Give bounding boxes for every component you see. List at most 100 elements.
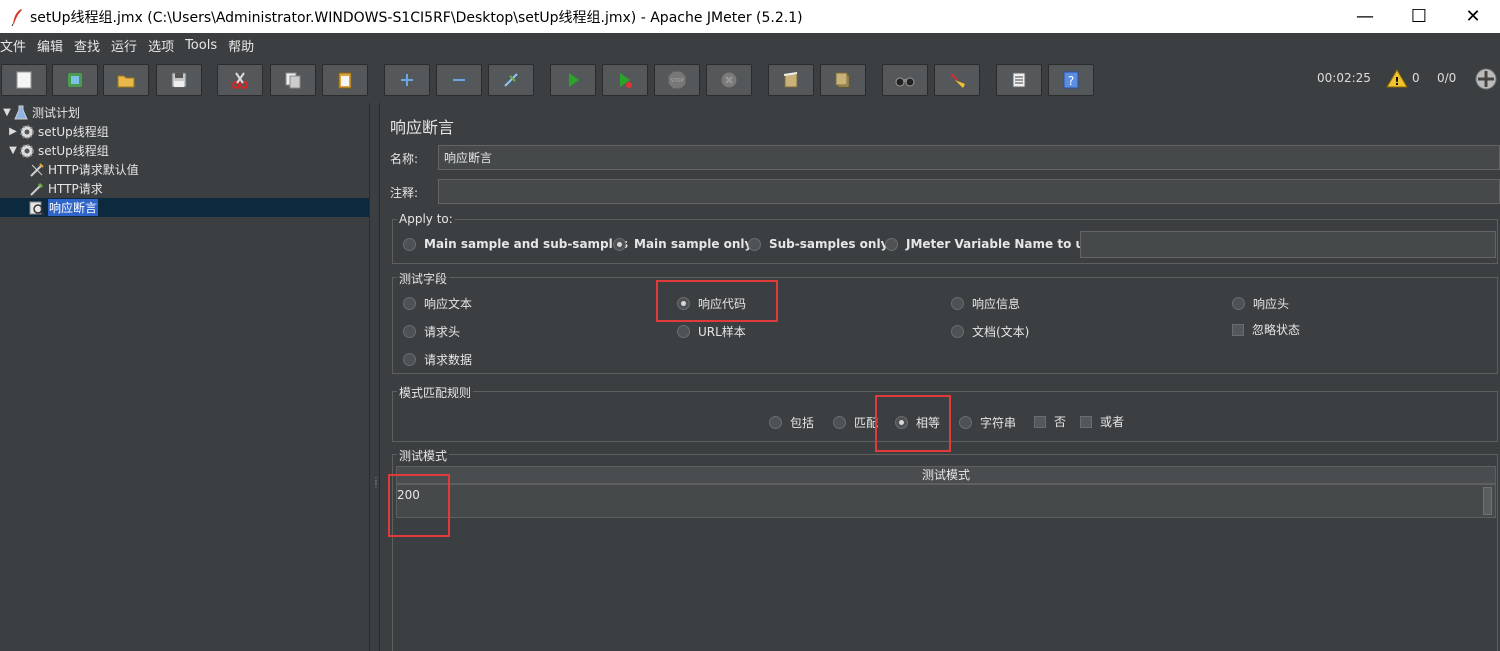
field-request-headers-radio[interactable]: 请求头 [403, 323, 460, 340]
field-response-text-radio[interactable]: 响应文本 [403, 295, 472, 312]
tree-item-label: HTTP请求 [48, 182, 103, 196]
tree-item-label: 响应断言 [48, 199, 99, 216]
checkbox-box[interactable] [1034, 415, 1046, 428]
patterns-title: 测试模式 [397, 447, 450, 464]
collapse-arrow-icon[interactable]: ▼ [8, 145, 18, 156]
paste-icon[interactable] [322, 64, 368, 96]
menu-edit[interactable]: 编辑 [37, 36, 72, 55]
expand-arrow-icon[interactable]: ▶ [8, 126, 18, 137]
menu-options[interactable]: 选项 [148, 36, 183, 55]
templates-icon[interactable] [52, 64, 98, 96]
radio-dot[interactable] [403, 325, 416, 338]
radio-dot[interactable] [677, 325, 690, 338]
toggle-icon[interactable] [488, 64, 534, 96]
clear-all-icon[interactable] [820, 64, 866, 96]
reset-search-icon[interactable] [934, 64, 980, 96]
tree-item-test-plan[interactable]: ▼ 测试计划 [2, 103, 80, 122]
field-to-test-title: 测试字段 [397, 270, 450, 287]
splitter-grip-icon: ⋮ ⋮ [372, 476, 380, 489]
menu-file[interactable]: 文件 [0, 36, 35, 55]
svg-text:!: ! [1394, 75, 1399, 88]
highlight-equals [875, 395, 951, 452]
radio-dot[interactable] [951, 325, 964, 338]
elapsed-time: 00:02:25 [1317, 71, 1371, 85]
tree-item-setup-thread-group-2[interactable]: ▼ setUp线程组 [8, 141, 109, 160]
radio-dot[interactable] [613, 237, 626, 251]
field-response-headers-radio[interactable]: 响应头 [1232, 295, 1289, 312]
remote-status-icon[interactable] [1475, 68, 1497, 93]
maximize-button[interactable]: ☐ [1392, 0, 1446, 33]
close-button[interactable]: ✕ [1446, 0, 1500, 33]
apply-main-only-radio[interactable]: Main sample only [613, 237, 752, 251]
patterns-column-header[interactable]: 测试模式 [396, 466, 1496, 484]
toolbar: STOP ? 00:02:25 ! 0 0/0 [0, 57, 1500, 103]
field-response-message-radio[interactable]: 响应信息 [951, 295, 1020, 312]
minimize-button[interactable]: — [1338, 0, 1392, 33]
rule-substring-radio[interactable]: 字符串 [959, 414, 1016, 431]
radio-dot[interactable] [959, 416, 972, 429]
field-to-test-group: 测试字段 响应文本 响应代码 响应信息 响应头 请求头 URL样本 文档(文本)… [392, 270, 1498, 374]
response-assertion-panel: 响应断言 名称: 响应断言 注释: Apply to: Main sample … [380, 103, 1500, 651]
function-helper-icon[interactable] [996, 64, 1042, 96]
collapse-icon[interactable] [436, 64, 482, 96]
tree-item-label: setUp线程组 [38, 144, 109, 158]
checkbox-box[interactable] [1232, 323, 1244, 336]
copy-icon[interactable] [270, 64, 316, 96]
field-request-data-radio[interactable]: 请求数据 [403, 351, 472, 368]
wrench-icon [28, 161, 46, 179]
radio-dot[interactable] [748, 237, 761, 251]
apply-main-and-sub-radio[interactable]: Main sample and sub-samples [403, 237, 628, 251]
radio-dot[interactable] [1232, 297, 1245, 310]
radio-dot[interactable] [885, 237, 898, 251]
tree-item-setup-thread-group-1[interactable]: ▶ setUp线程组 [8, 122, 109, 141]
rule-not-checkbox[interactable]: 否 [1034, 413, 1066, 430]
warning-count: 0 [1412, 71, 1420, 85]
checkbox-box[interactable] [1080, 415, 1092, 428]
radio-dot[interactable] [951, 297, 964, 310]
jmeter-feather-icon [6, 6, 28, 28]
apply-sub-only-radio[interactable]: Sub-samples only [748, 237, 888, 251]
help-icon[interactable]: ? [1048, 64, 1094, 96]
menu-run[interactable]: 运行 [111, 36, 146, 55]
radio-dot[interactable] [833, 416, 846, 429]
tree-item-label: HTTP请求默认值 [48, 163, 139, 177]
cut-icon[interactable] [217, 64, 263, 96]
name-field[interactable]: 响应断言 [438, 145, 1500, 170]
comment-field[interactable] [438, 179, 1500, 204]
field-url-sample-radio[interactable]: URL样本 [677, 323, 746, 340]
rule-matches-radio[interactable]: 匹配 [833, 414, 878, 431]
apply-jmeter-variable-radio[interactable]: JMeter Variable Name to use [885, 237, 1099, 251]
table-row[interactable]: 200 [396, 484, 1496, 518]
menu-help[interactable]: 帮助 [228, 36, 263, 55]
open-icon[interactable] [103, 64, 149, 96]
radio-dot[interactable] [403, 297, 416, 310]
expand-icon[interactable] [384, 64, 430, 96]
gear-icon [18, 123, 36, 141]
radio-dot[interactable] [769, 416, 782, 429]
tree-item-http-request[interactable]: HTTP请求 [28, 179, 103, 198]
shutdown-icon[interactable] [706, 64, 752, 96]
tree-item-http-defaults[interactable]: HTTP请求默认值 [28, 160, 139, 179]
start-icon[interactable] [550, 64, 596, 96]
start-no-timers-icon[interactable] [602, 64, 648, 96]
clear-icon[interactable] [768, 64, 814, 96]
panel-splitter[interactable]: ⋮ ⋮ [369, 103, 380, 651]
jmeter-variable-input[interactable] [1080, 231, 1496, 258]
field-document-text-radio[interactable]: 文档(文本) [951, 323, 1029, 340]
rule-or-checkbox[interactable]: 或者 [1080, 413, 1124, 430]
ignore-status-checkbox[interactable]: 忽略状态 [1232, 321, 1300, 338]
radio-dot[interactable] [403, 237, 416, 251]
menu-tools[interactable]: Tools [185, 38, 226, 53]
comment-label: 注释: [390, 186, 419, 200]
new-icon[interactable] [1, 64, 47, 96]
menu-search[interactable]: 查找 [74, 36, 109, 55]
collapse-arrow-icon[interactable]: ▼ [2, 107, 12, 118]
save-icon[interactable] [156, 64, 202, 96]
vertical-scrollbar[interactable] [1483, 487, 1492, 515]
rule-contains-radio[interactable]: 包括 [769, 414, 814, 431]
stop-icon[interactable]: STOP [654, 64, 700, 96]
search-binoculars-icon[interactable] [882, 64, 928, 96]
radio-dot[interactable] [403, 353, 416, 366]
warning-icon: ! [1386, 69, 1408, 91]
tree-item-response-assertion[interactable]: 响应断言 [0, 198, 369, 217]
